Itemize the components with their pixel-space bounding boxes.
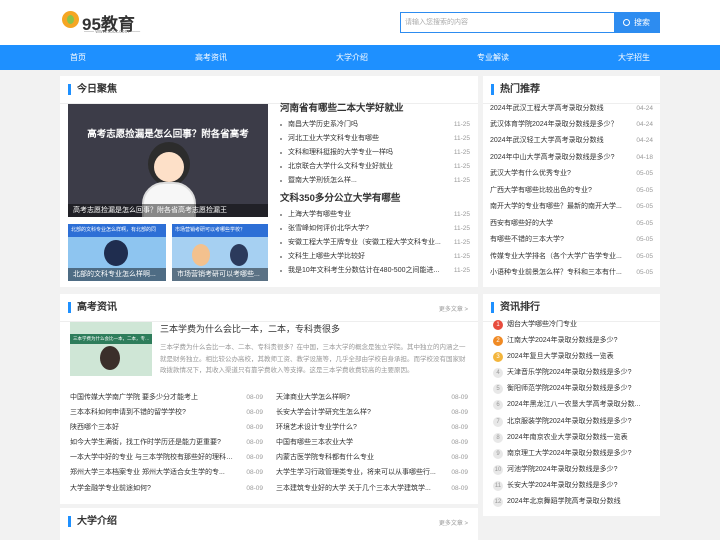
news-item[interactable]: 内蒙古医学院专科都有什么专业 08-09	[276, 452, 468, 463]
hot-item[interactable]: 2024年武汉轻工大学高考录取分数线 04-24	[490, 135, 653, 146]
list-item[interactable]: 北京联合大学什么文科专业好就业 11-25	[280, 161, 470, 172]
search-icon	[623, 19, 630, 26]
news-item[interactable]: 天津商业大学怎么样啊? 08-09	[276, 392, 468, 403]
illustration-person	[192, 244, 210, 266]
hot-item[interactable]: 有哪些不错的三本大学? 05-05	[490, 234, 653, 245]
ranking-item[interactable]: 10 河池学院2024年录取分数线是多少?	[493, 464, 643, 475]
focus-small-image-1[interactable]: 北部的文科专业怎么样啊，有北部的同 北部的文科专业怎么样啊...	[68, 224, 166, 281]
news-item[interactable]: 郑州大学三本档案专业 郑州大学适合女生学的专... 08-09	[70, 467, 263, 478]
news-feature-banner: 三本学费为什么会比一本，二本，专科贵很多	[70, 334, 152, 344]
focus-title: 今日聚焦	[68, 84, 117, 95]
hot-item[interactable]: 南开大学的专业有哪些？最新的南开大学... 05-05	[490, 201, 653, 212]
news-more-link[interactable]: 更多文章 >	[439, 304, 468, 313]
hot-item[interactable]: 西安有哪些好的大学 05-05	[490, 218, 653, 229]
search-button-label: 搜索	[634, 18, 650, 27]
ranking-item[interactable]: 1 烟台大学哪些冷门专业	[493, 319, 643, 330]
ranking-item[interactable]: 6 2024年黑龙江八一农垦大学高考录取分数...	[493, 399, 643, 410]
nav-item-home[interactable]: 首页	[70, 45, 86, 70]
ranking-item[interactable]: 2 江南大学2024年录取分数线是多少?	[493, 335, 643, 346]
hot-item[interactable]: 2024年武汉工程大学高考录取分数线 04-24	[490, 103, 653, 114]
news-item[interactable]: 环境艺术设计专业学什么? 08-09	[276, 422, 468, 433]
list-item[interactable]: 暨南大学刑侦怎么样... 11-25	[280, 175, 470, 186]
main-nav: 首页 高考资讯 大学介绍 专业解读 大学招生	[0, 45, 720, 70]
news-item[interactable]: 如今大学生满街，找工作时学历还是能力更重要? 08-09	[70, 437, 263, 448]
hot-item[interactable]: 小语种专业前景怎么样？专科和三本有什... 05-05	[490, 267, 653, 278]
news-item[interactable]: 中国传媒大学南广学院 要多少分才能考上 08-09	[70, 392, 263, 403]
focus-small-banner-2: 市场营销考研可以考哪些学校？	[172, 224, 268, 237]
university-panel: 大学介绍 更多文章 >	[60, 508, 478, 540]
news-item[interactable]: 三本建筑专业好的大学 关于几个三本大学建筑学... 08-09	[276, 483, 468, 494]
ranking-item[interactable]: 5 衡阳师范学院2024年录取分数线是多少?	[493, 383, 643, 394]
list-item[interactable]: 河北工业大学文科专业有哪些 11-25	[280, 133, 470, 144]
hot-title: 热门推荐	[491, 84, 540, 95]
logo-subtext: —— www.95cc.com ——	[84, 29, 141, 35]
list-item[interactable]: 安徽工程大学王牌专业（安徽工程大学文科专业... 11-25	[280, 237, 470, 248]
list-item[interactable]: 文科和理科挺报的大学专业一样吗 11-25	[280, 147, 470, 158]
university-title: 大学介绍	[68, 516, 117, 527]
list-item[interactable]: 南昌大学历史系冷门吗 11-25	[280, 119, 470, 130]
illustration-face	[154, 152, 184, 182]
illustration-person	[100, 346, 120, 370]
hot-item[interactable]: 传媒专业大学排名（各个大学广告学专业... 05-05	[490, 251, 653, 262]
nav-item-universities[interactable]: 大学介绍	[336, 45, 368, 70]
focus-main-image[interactable]: 高考志愿捡漏是怎么回事？附各省高考 高考志愿捡漏是怎么回事？附各省高考志愿捡漏王	[68, 104, 268, 217]
illustration-person	[230, 244, 248, 266]
ranking-item[interactable]: 7 北京服装学院2024年录取分数线是多少?	[493, 416, 643, 427]
focus-group-title-1[interactable]: 河南省有哪些二本大学好就业	[280, 102, 404, 116]
news-item[interactable]: 陕西哪个三本好 08-09	[70, 422, 263, 433]
nav-item-majors[interactable]: 专业解读	[477, 45, 509, 70]
news-item[interactable]: 大学生学习行政管理类专业，将来可以从事哪些行... 08-09	[276, 467, 468, 478]
search-input[interactable]	[401, 13, 614, 32]
focus-small-image-2[interactable]: 市场营销考研可以考哪些学校？ 市场营销考研可以考哪些...	[172, 224, 268, 281]
news-feature-desc: 三本学费为什么会比一本、二本、专科贵很多？在中国，三本大学的概念是独立学院。其中…	[160, 344, 466, 374]
hot-item[interactable]: 武汉体育学院2024年录取分数线是多少？ 04-24	[490, 119, 653, 130]
list-item[interactable]: 张雪峰如何评价北华大学? 11-25	[280, 223, 470, 234]
site-header: 95教育 —— www.95cc.com —— 搜索	[0, 0, 720, 45]
university-more-link[interactable]: 更多文章 >	[439, 518, 468, 527]
search-button[interactable]: 搜索	[614, 13, 659, 32]
ranking-item[interactable]: 8 2024年南京农业大学录取分数线一览表	[493, 432, 643, 443]
list-item[interactable]: 上海大学有哪些专业 11-25	[280, 209, 470, 220]
news-item[interactable]: 三本本科如何申请到不错的留学学校? 08-09	[70, 407, 263, 418]
focus-main-headline: 高考志愿捡漏是怎么回事？附各省高考	[87, 129, 249, 140]
news-feature-image[interactable]: 三本学费为什么会比一本，二本，专科贵很多	[70, 322, 152, 376]
illustration-person	[104, 240, 128, 266]
ranking-item[interactable]: 4 天津音乐学院2024年录取分数线是多少?	[493, 367, 643, 378]
focus-small-caption-2: 市场营销考研可以考哪些...	[172, 268, 268, 281]
nav-item-admissions[interactable]: 大学招生	[618, 45, 650, 70]
nav-item-news[interactable]: 高考资讯	[195, 45, 227, 70]
focus-main-caption: 高考志愿捡漏是怎么回事？附各省高考志愿捡漏王	[68, 204, 268, 217]
ranking-title: 资讯排行	[491, 302, 540, 313]
logo-icon	[62, 11, 79, 28]
site-logo[interactable]: 95教育 —— www.95cc.com ——	[62, 10, 142, 36]
news-title: 高考资讯	[68, 302, 117, 313]
news-item[interactable]: 大学金融学专业前途如何? 08-09	[70, 483, 263, 494]
hot-item[interactable]: 2024年中山大学高考录取分数线是多少? 04-18	[490, 152, 653, 163]
news-item[interactable]: 长安大学会计学研究生怎么样? 08-09	[276, 407, 468, 418]
hot-item[interactable]: 广西大学有哪些比较出色的专业? 05-05	[490, 185, 653, 196]
ranking-item[interactable]: 9 南京理工大学2024年录取分数线是多少?	[493, 448, 643, 459]
list-item[interactable]: 文科生上哪些大学比较好 11-25	[280, 251, 470, 262]
news-feature-title[interactable]: 三本学费为什么会比一本，二本，专科贵很多	[160, 323, 340, 335]
news-item[interactable]: 一本大学中好的专业 与三本学院校有那些好的理科专业? 08-09	[70, 452, 263, 463]
focus-small-banner-1: 北部的文科专业怎么样啊，有北部的同	[68, 224, 166, 237]
ranking-item[interactable]: 12 2024年北京舞蹈学院高考录取分数线	[493, 496, 643, 507]
focus-small-caption-1: 北部的文科专业怎么样啊...	[68, 268, 166, 281]
news-item[interactable]: 中国有哪些三本农业大学 08-09	[276, 437, 468, 448]
focus-group-title-2[interactable]: 文科350多分公立大学有哪些	[280, 192, 400, 206]
search-box: 搜索	[400, 12, 660, 33]
ranking-item[interactable]: 3 2024年复旦大学录取分数线一览表	[493, 351, 643, 362]
ranking-item[interactable]: 11 长安大学2024年录取分数线是多少?	[493, 480, 643, 491]
hot-item[interactable]: 武汉大学有什么优秀专业? 05-05	[490, 168, 653, 179]
list-item[interactable]: 我是10年文科考生分数估计在480-500之间能进... 11-25	[280, 265, 470, 276]
